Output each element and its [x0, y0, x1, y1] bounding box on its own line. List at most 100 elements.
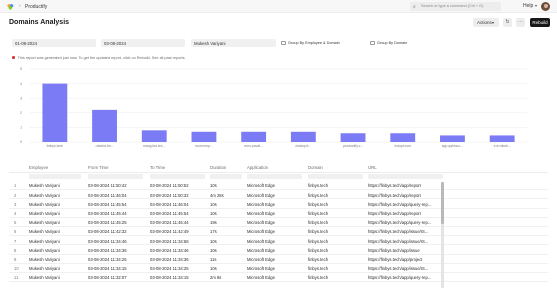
table-row[interactable]: 10 Mukesh Variyani 03-08-2024 11:34:15 03-0… [9, 264, 548, 273]
table-cell: 03-08-2024 11:34:25 [88, 256, 127, 262]
from-date-value: 01-08-2024 [15, 40, 37, 46]
table-cell: https://finbys.tech/app/query-rep... [368, 220, 432, 226]
search-icon: ⌕ [413, 3, 416, 10]
table-cell: 03-08-2024 11:34:15 [150, 275, 189, 281]
table-cell: 03-08-2024 11:42:32 [88, 229, 127, 235]
chart-bar[interactable] [42, 83, 68, 142]
chart-bar[interactable] [489, 135, 515, 142]
table-cell: 10s [210, 183, 217, 189]
table-cell: Microsoft Edge [247, 183, 275, 189]
column-header[interactable]: From Time [88, 165, 109, 170]
help-menu[interactable]: Help [523, 3, 533, 9]
from-date-field[interactable]: 01-08-2024 [12, 39, 96, 47]
search-bar[interactable]: ⌕ Search or type a command (Ctrl + G) [410, 2, 501, 11]
column-header[interactable]: Duration [210, 165, 226, 170]
table-cell: https://finbys.tech/app/issue [368, 247, 420, 253]
table-cell: 03-08-2024 11:46:04 [88, 192, 127, 198]
chart-y-tick-label: 0 [20, 140, 22, 144]
table-cell: https://finbys.tech/app/report [368, 210, 421, 216]
table-row[interactable]: 5 Mukesh Variyani 03-08-2024 11:45:25 03-08… [9, 218, 548, 227]
table-cell: 10s [210, 247, 217, 253]
table-cell: 03-08-2024 11:34:36 [88, 247, 127, 253]
to-date-field[interactable]: 03-08-2024 [101, 39, 185, 47]
table-cell: Microsoft Edge [247, 192, 275, 198]
table-row[interactable]: 7 Mukesh Variyani 03-08-2024 11:34:46 03-08… [9, 236, 548, 246]
table-cell: Microsoft Edge [247, 220, 275, 226]
scrollbar-thumb[interactable] [441, 182, 444, 224]
chart-bar[interactable] [141, 130, 167, 142]
table-cell: 03-08-2024 11:34:15 [88, 266, 127, 272]
chart-bar[interactable] [390, 133, 416, 142]
breadcrumb[interactable]: Productify [25, 4, 47, 10]
more-icon: ⋯ [518, 19, 523, 25]
table-cell: 03-08-2024 11:46:04 [150, 201, 189, 207]
table-cell: 4m 28s [210, 192, 224, 198]
table-cell: 03-08-2024 11:34:56 [150, 238, 189, 244]
table-cell: https://finbys.tech/app/query-rep... [368, 201, 432, 207]
table-row[interactable]: 9 Mukesh Variyani 03-08-2024 11:34:25 03-08… [9, 255, 548, 264]
table-cell: https://finbys.tech/app/issue/IS... [368, 238, 429, 244]
table-cell: Microsoft Edge [247, 229, 275, 235]
table-row[interactable]: 2 Mukesh Variyani 03-08-2024 11:46:04 03-08… [9, 190, 548, 200]
table-row[interactable]: 3 Mukesh Variyani 03-08-2024 11:45:54 03-08… [9, 199, 548, 209]
checkbox-box[interactable] [370, 40, 375, 45]
chart-x-tick-label: indopt.com [394, 144, 411, 148]
column-header[interactable]: URL [368, 165, 377, 170]
table-scrollbar[interactable] [441, 182, 444, 288]
chart-bar[interactable] [340, 133, 366, 142]
table-cell: 10s [210, 238, 217, 244]
table-cell: Mukesh Variyani [29, 210, 60, 216]
more-button[interactable]: ⋯ [516, 18, 525, 27]
table-cell: 10s [210, 266, 217, 272]
checkbox-box[interactable] [281, 40, 286, 45]
column-filter-input[interactable] [29, 174, 81, 179]
column-filter-input[interactable] [308, 174, 363, 179]
actions-dropdown[interactable]: Actions ▾ [473, 18, 499, 27]
chart-x-tick-label: mom.mnp... [195, 144, 213, 148]
table-cell: 19s [210, 220, 217, 226]
chart-x-tick-label: fmbys.tech [47, 144, 64, 148]
column-header[interactable]: Employee [29, 165, 48, 170]
table-cell: 03-08-2024 11:34:25 [150, 266, 189, 272]
row-number: 3 [14, 201, 17, 207]
table-cell: https://finbys.tech/app/report [368, 183, 421, 189]
rebuild-button[interactable]: Rebuild [530, 18, 550, 27]
search-input[interactable]: Search or type a command (Ctrl + G) [421, 4, 483, 8]
column-filter-input[interactable] [88, 174, 143, 179]
table-cell: 03-08-2024 11:34:46 [150, 247, 189, 253]
column-filter-input[interactable] [210, 174, 242, 179]
chart-x-tick-label: e.w.mbsb... [494, 144, 511, 148]
chart-bar[interactable] [241, 131, 267, 142]
column-filter-input[interactable] [368, 174, 443, 179]
table-row[interactable]: 6 Mukesh Variyani 03-08-2024 11:42:32 03-08… [9, 227, 548, 237]
refresh-button[interactable]: ↻ [503, 18, 512, 27]
app-logo-icon[interactable] [7, 3, 14, 10]
table-cell: finbys.tech [308, 247, 329, 253]
chart-bar[interactable] [440, 135, 465, 142]
checkbox-label: Group By Domain [377, 40, 408, 45]
column-header[interactable]: Application [247, 165, 268, 170]
column-header[interactable]: Domain [308, 165, 323, 170]
report-notice-text: This report was generated just now. To g… [17, 56, 186, 60]
table-row[interactable]: 4 Mukesh Variyani 03-08-2024 11:45:44 03-08… [9, 209, 548, 218]
table-cell: Microsoft Edge [247, 275, 275, 281]
employee-field[interactable]: Mukesh Variyani [191, 39, 276, 47]
column-header[interactable]: To Time [150, 165, 165, 170]
table-row[interactable]: 1 Mukesh Variyani 03-08-2024 11:50:42 03-08… [9, 181, 548, 191]
table-row[interactable]: 11 Mukesh Variyani 03-08-2024 11:32:07 03-0… [9, 273, 548, 283]
column-filter-input[interactable] [247, 174, 302, 179]
table-cell: 03-08-2024 11:32:07 [88, 275, 127, 281]
row-number: 6 [14, 229, 17, 235]
chart-x-tick-label: euro.paval... [244, 144, 263, 148]
avatar[interactable] [541, 2, 550, 11]
table-row[interactable]: 8 Mukesh Variyani 03-08-2024 11:34:36 03-08… [9, 245, 548, 255]
table-cell: 03-08-2024 11:50:42 [88, 183, 127, 189]
chart-bar[interactable] [191, 131, 217, 142]
chart-bar[interactable] [92, 109, 117, 142]
chart-bar[interactable] [290, 131, 316, 142]
column-filter-input[interactable] [150, 174, 205, 179]
table-cell: 03-08-2024 11:45:44 [150, 220, 189, 226]
table-cell: 11s [210, 256, 217, 262]
table-cell: Mukesh Variyani [29, 275, 60, 281]
row-number: 1 [14, 183, 17, 189]
